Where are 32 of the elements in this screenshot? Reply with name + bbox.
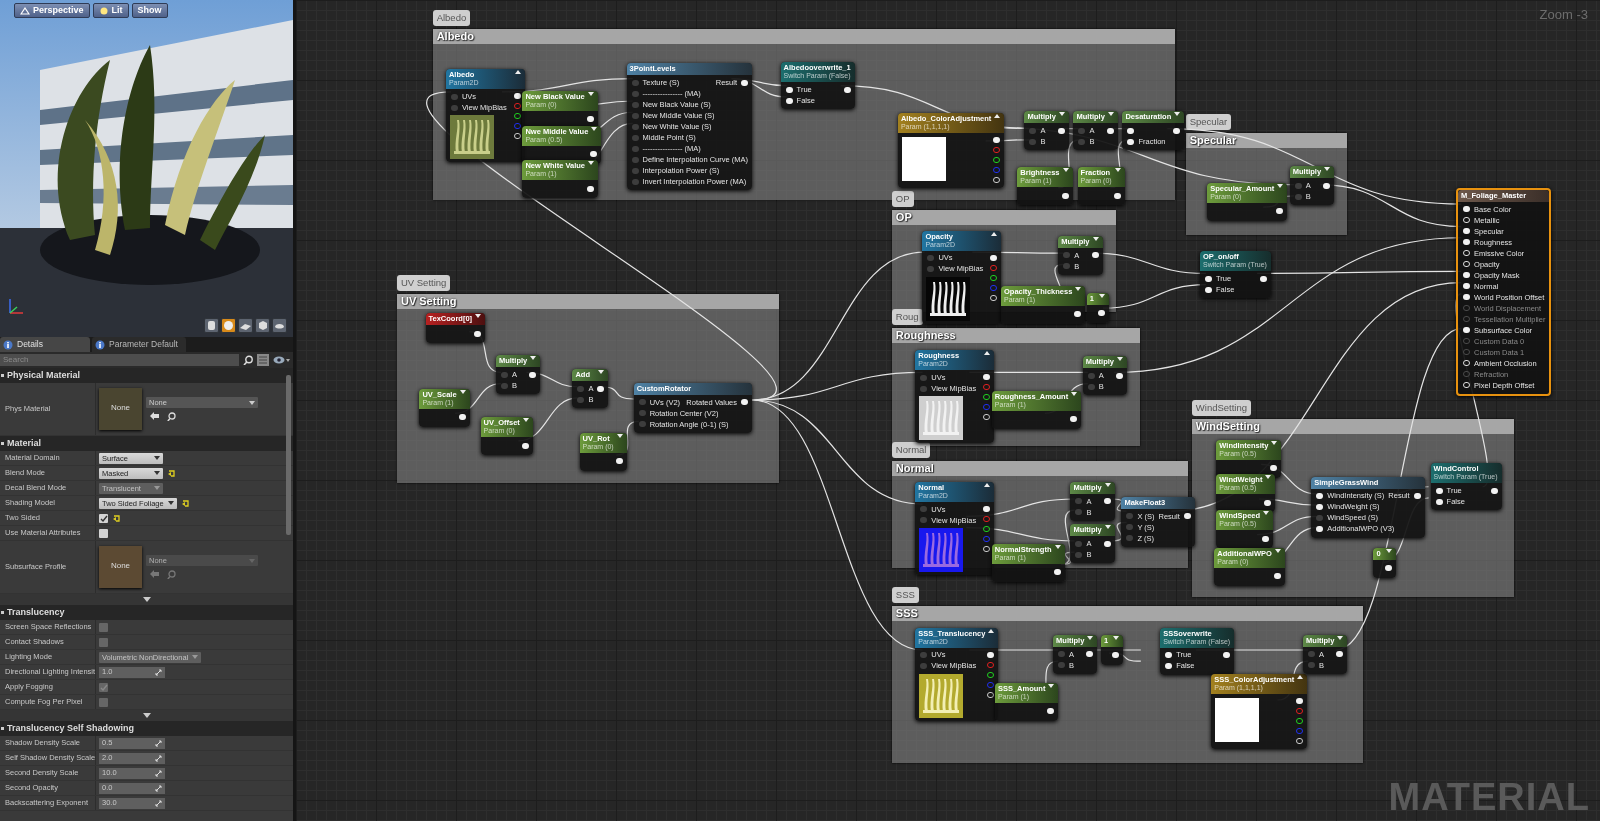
section-header[interactable]: Translucency [0,605,293,620]
comment-title: Albedo [432,28,1176,44]
zoom-level: Zoom -3 [1539,6,1588,24]
comment-title: UV Setting [396,293,779,309]
comment-bubble[interactable]: Normal [891,442,931,459]
section-title: Material [7,436,41,450]
section-header[interactable]: Physical Material [0,368,293,383]
comment-title: Normal [891,461,1188,477]
comment-bubble[interactable]: SSS [891,587,919,604]
panel-tab[interactable]: Parameter Default [92,337,186,352]
comment-title: Specular [1185,132,1347,148]
comment-bubble[interactable]: Albedo [432,9,471,26]
section-title: Physical Material [7,368,81,382]
section-title: Translucency [7,605,65,619]
comment-bubble[interactable]: OP [891,191,914,208]
graph-type-label: MATERIAL [1388,777,1590,817]
section-header[interactable]: Material [0,436,293,451]
panel-tab[interactable]: Details [0,337,90,352]
comment-title: WindSetting [1191,419,1515,435]
comment-bubble[interactable]: WindSetting [1191,400,1252,417]
comment-title: Roughness [891,327,1140,343]
viewport-button[interactable]: Lit [92,3,129,18]
comment-bubble[interactable]: UV Setting [396,274,451,291]
asset-thumbnail[interactable]: None [99,388,142,430]
comment-bubble[interactable]: Roug [891,308,923,325]
comment-title: SSS [891,606,1364,622]
viewport-button[interactable]: Perspective [14,3,90,18]
viewport-button[interactable]: Show [131,3,168,18]
section-header[interactable]: Translucency Self Shadowing [0,721,293,736]
section-title: Translucency Self Shadowing [7,721,135,735]
comment-title: OP [891,210,1117,226]
comment-bubble[interactable]: Specular [1185,113,1232,130]
